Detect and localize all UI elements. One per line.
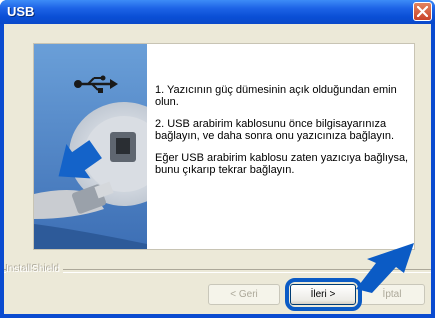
pointer-arrow-icon [356, 243, 414, 293]
usb-dialog-window: USB 1. Yazıcının güç dümesinin açık oldu… [0, 0, 435, 318]
next-button-highlight [285, 278, 362, 311]
instructions-text: 1. Yazıcının güç dümesinin açık olduğund… [155, 84, 413, 187]
close-button[interactable] [413, 2, 432, 21]
instruction-note: Eğer USB arabirim kablosu zaten yazıcıya… [155, 152, 409, 176]
title-bar[interactable]: USB [0, 0, 435, 24]
installshield-label: InstallShield [6, 264, 63, 275]
dialog-body: 1. Yazıcının güç dümesinin açık olduğund… [4, 24, 431, 314]
content-panel: 1. Yazıcının güç dümesinin açık olduğund… [33, 43, 415, 250]
close-icon [417, 6, 428, 17]
usb-cable-illustration [34, 44, 147, 249]
window-title: USB [7, 4, 35, 19]
instruction-step-1: 1. Yazıcının güç dümesinin açık olduğund… [155, 84, 397, 108]
instruction-step-2: 2. USB arabirim kablosunu önce bilgisaya… [155, 118, 395, 142]
back-button[interactable]: < Geri [208, 284, 280, 305]
